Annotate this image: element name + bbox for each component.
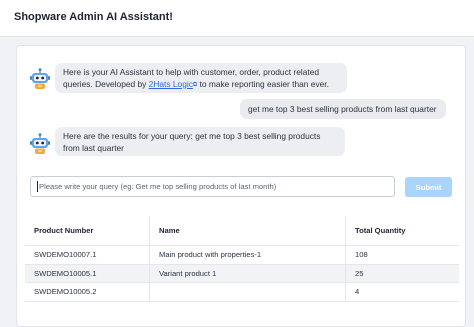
robot-avatar-icon <box>30 68 50 89</box>
robot-avatar-icon <box>30 133 50 154</box>
table-row: SWDEMO10005.1 Variant product 1 25 <box>25 264 459 283</box>
column-header-name: Name <box>149 216 346 246</box>
table-row: SWDEMO10005.2 4 <box>25 282 459 302</box>
cell-product-number: SWDEMO10005.2 <box>25 282 150 302</box>
cell-product-number: SWDEMO10007.1 <box>25 245 150 265</box>
cell-total-quantity: 108 <box>345 245 459 265</box>
cell-total-quantity: 4 <box>345 282 459 302</box>
assistant-result-message: Here are the results for your query: get… <box>55 127 345 156</box>
table-header-row: Product Number Name Total Quantity <box>25 216 459 246</box>
text-caret <box>37 181 38 192</box>
cell-name: Main product with properties-1 <box>149 245 346 265</box>
user-query-text: get me top 3 best selling products from … <box>248 104 437 114</box>
user-query-message: get me top 3 best selling products from … <box>240 99 446 119</box>
results-table: Product Number Name Total Quantity SWDEM… <box>25 216 459 302</box>
assistant-intro-text-end: to make reporting easier than ever. <box>197 78 329 89</box>
assistant-intro-message: Here is your AI Assistant to help with c… <box>55 63 347 93</box>
cell-total-quantity: 25 <box>345 264 459 283</box>
table-row: SWDEMO10007.1 Main product with properti… <box>25 245 459 265</box>
column-header-product-number: Product Number <box>25 216 150 246</box>
2hats-logic-link[interactable]: 2Hats Logic <box>149 79 193 89</box>
cell-name <box>149 282 346 302</box>
top-bar: Shopware Admin AI Assistant! <box>0 0 474 37</box>
assistant-result-text: Here are the results for your query: get… <box>63 131 321 153</box>
page-title: Shopware Admin AI Assistant! <box>14 11 173 23</box>
query-input[interactable] <box>30 176 395 197</box>
cell-product-number: SWDEMO10005.1 <box>25 264 150 283</box>
submit-button[interactable]: Submit <box>405 177 452 197</box>
cell-name: Variant product 1 <box>149 264 346 283</box>
column-header-total-quantity: Total Quantity <box>345 216 459 246</box>
